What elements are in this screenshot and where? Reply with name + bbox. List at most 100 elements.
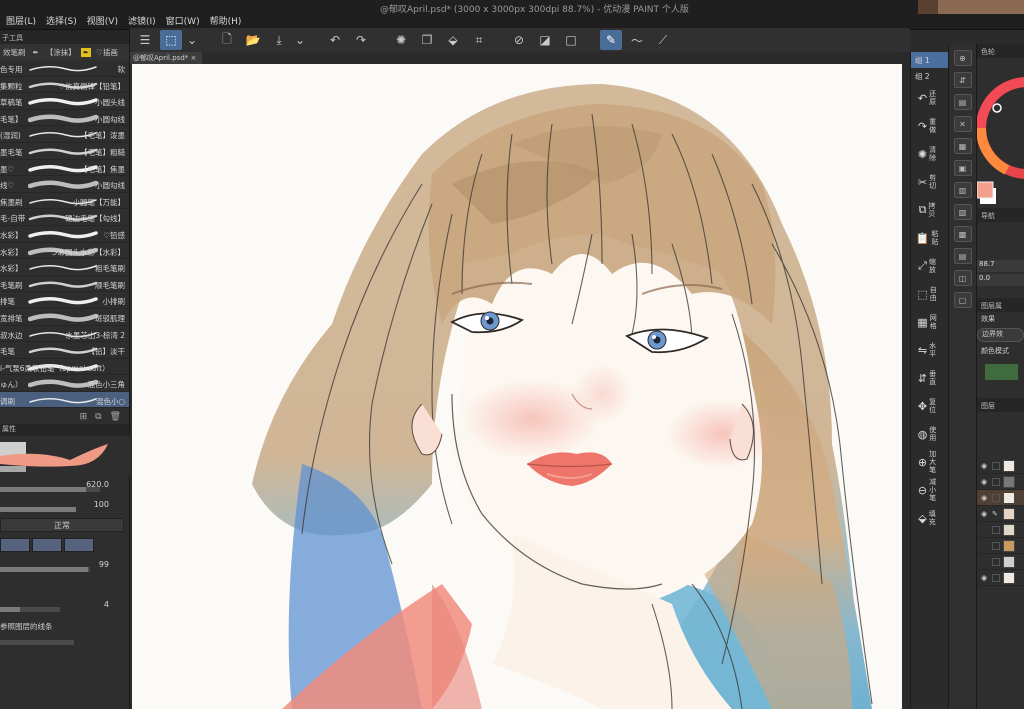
chevron-down-icon[interactable]: ⌄ xyxy=(294,30,306,50)
redo-icon[interactable]: ↷ xyxy=(350,30,372,50)
tool-redo[interactable]: ↷ 重做 xyxy=(911,112,948,140)
brush-item[interactable]: (湿润) 【毛笔】泼墨 xyxy=(0,126,129,143)
blend-mode-row[interactable]: 正常 xyxy=(0,516,129,536)
tool-move[interactable]: ✥ 复位 xyxy=(911,392,948,420)
blend-mode-dropdown[interactable]: 正常 xyxy=(0,518,124,532)
brush-item[interactable]: 毛-自带 硬边毛笔【勾线】 xyxy=(0,209,129,226)
brush-tab-icon[interactable]: ✒ xyxy=(31,48,41,57)
panel-icon-9[interactable]: ▤ xyxy=(953,248,972,264)
brush-item[interactable]: 毛笔 【铅】淡干 xyxy=(0,342,129,359)
brush-item[interactable]: 色专用 软 xyxy=(0,60,129,77)
color-wheel[interactable] xyxy=(977,58,1024,208)
curve-stroke-icon[interactable]: 〜 xyxy=(626,30,648,50)
menu-filter[interactable]: 滤镜(I) xyxy=(128,14,156,27)
brush-item[interactable]: 水彩】 ♡铅感 xyxy=(0,226,129,243)
tool-fill[interactable]: ◍ 使用 xyxy=(911,420,948,448)
layer-copy-icon[interactable]: ❐ xyxy=(416,30,438,50)
menu-layer[interactable]: 图层(L) xyxy=(6,14,36,27)
chevron-down-icon[interactable]: ⌄ xyxy=(186,30,198,50)
tool-flip-v[interactable]: ⇵ 垂直 xyxy=(911,364,948,392)
tab-blend[interactable]: 【涂抹】 xyxy=(44,47,78,58)
close-tab-icon[interactable]: × xyxy=(191,54,197,62)
canvas-scrollbar[interactable] xyxy=(902,52,910,709)
layer-row[interactable] xyxy=(977,522,1024,538)
tool-reduce[interactable]: ⊖ 减小笔 xyxy=(911,476,948,504)
menu-view[interactable]: 视图(V) xyxy=(87,14,118,27)
brush-item[interactable]: 墨♡ 【毛笔】焦墨 xyxy=(0,160,129,177)
crop-icon[interactable]: ⌗ xyxy=(468,30,490,50)
density-row[interactable]: 99 xyxy=(0,556,129,576)
menu-window[interactable]: 窗口(W) xyxy=(166,14,200,27)
layer-row[interactable]: ◉ xyxy=(977,458,1024,474)
open-folder-icon[interactable]: 📂 xyxy=(242,30,264,50)
brush-item[interactable]: 排笔 小排刷 xyxy=(0,292,129,309)
selection-border-icon[interactable]: □ xyxy=(560,30,582,50)
menu-select[interactable]: 选择(S) xyxy=(46,14,77,27)
tool-transform[interactable]: ⤢ 缩放 xyxy=(911,252,948,280)
brush-size-row[interactable]: 620.0 xyxy=(0,476,129,496)
panel-icon-5[interactable]: ▣ xyxy=(953,160,972,176)
layer-row[interactable]: ◉ xyxy=(977,490,1024,506)
zoom-in-icon[interactable]: ⊕ xyxy=(953,50,972,66)
layer-row[interactable] xyxy=(977,538,1024,554)
brush-item[interactable]: 焦墨刷 小圆笔【万能】 xyxy=(0,193,129,210)
layer-row[interactable]: ◉ ✎ xyxy=(977,506,1024,522)
panel-icon-11[interactable]: ▢ xyxy=(953,292,972,308)
border-effect-button[interactable]: 边界效 xyxy=(977,328,1024,342)
brush-tab-active-icon[interactable]: ✒ xyxy=(80,47,92,57)
opacity-row[interactable]: 100 xyxy=(0,496,129,516)
color-mode-button[interactable] xyxy=(985,364,1018,380)
group-item-1[interactable]: 组 1 xyxy=(911,52,948,68)
layer-row[interactable]: ◉ xyxy=(977,474,1024,490)
undo-icon[interactable]: ↶ xyxy=(324,30,346,50)
brush-item[interactable]: 线♡ 小圆勾线 xyxy=(0,176,129,193)
menu-help[interactable]: 帮助(H) xyxy=(210,14,242,27)
tab-illustration[interactable]: ♡插画 xyxy=(94,47,120,58)
tool-paste[interactable]: 📋 粘贴 xyxy=(911,224,948,252)
tool-enlarge[interactable]: ⊕ 加大笔 xyxy=(911,448,948,476)
brush-item[interactable]: 墨毛笔 【毛笔】粗糙 xyxy=(0,143,129,160)
brush-item[interactable]: 毛笔】 小圆勾线 xyxy=(0,110,129,127)
panel-icon-1[interactable]: ⇵ xyxy=(953,72,972,88)
brush-item[interactable]: 小毛笔水彩毛笔质感笔刷 xyxy=(0,408,129,410)
brush-item[interactable]: 叔水边 水墨芯山3-棕湾 2 xyxy=(0,326,129,343)
brush-item[interactable]: ゅん） 混色小三角 xyxy=(0,375,129,392)
pen-stroke-icon[interactable]: ✎ xyxy=(600,30,622,50)
invert-selection-icon[interactable]: ◪ xyxy=(534,30,556,50)
brush-item[interactable]: 水彩】 粗毛笔刷 xyxy=(0,259,129,276)
panel-icon-10[interactable]: ◫ xyxy=(953,270,972,286)
panel-icon-6[interactable]: ▥ xyxy=(953,182,972,198)
brush-item[interactable]: 水彩】 つあ圆头水彩【水彩】 xyxy=(0,243,129,260)
layer-row[interactable] xyxy=(977,554,1024,570)
copy-subtool-icon[interactable]: ⧉ xyxy=(95,412,101,422)
tool-copy[interactable]: ⧉ 拷贝 xyxy=(911,196,948,224)
eye-icon[interactable]: ◉ xyxy=(981,574,989,582)
color-swatches[interactable] xyxy=(0,538,94,552)
document-tab[interactable]: @郁叹April.psd* × xyxy=(130,52,202,64)
tool-mesh[interactable]: ▦ 网格 xyxy=(911,308,948,336)
layer-row[interactable]: ◉ xyxy=(977,570,1024,586)
drawing-canvas[interactable] xyxy=(132,64,902,709)
line-icon[interactable]: ⟋ xyxy=(652,30,674,50)
brush-item[interactable]: 草稿笔 小圆头线 xyxy=(0,93,129,110)
trash-icon[interactable]: 🗑 xyxy=(110,412,121,422)
add-subtool-icon[interactable]: ⊞ xyxy=(80,412,88,422)
rotation-field[interactable]: 0.0 xyxy=(977,274,1024,286)
brush-item[interactable]: 集颗粒 ♡仿真侧锋【铅笔】 xyxy=(0,77,129,94)
eye-icon[interactable]: ◉ xyxy=(981,510,989,518)
menu-icon[interactable]: ☰ xyxy=(134,30,156,50)
tab-effect-brush[interactable]: 效笔刷 xyxy=(1,47,28,58)
panel-icon-3[interactable]: ✕ xyxy=(953,116,972,132)
stabilization-row[interactable]: 4 xyxy=(0,596,129,616)
tool-bucket[interactable]: ⬙ 填充 xyxy=(911,504,948,532)
panel-icon-8[interactable]: ▩ xyxy=(953,226,972,242)
zoom-field[interactable]: 88.7 xyxy=(977,260,1024,272)
eye-icon[interactable]: ◉ xyxy=(981,478,989,486)
tool-flip-h[interactable]: ⇋ 水平 xyxy=(911,336,948,364)
brush-item[interactable]: 毛笔刷 顺毛笔刷 xyxy=(0,276,129,293)
group-item-2[interactable]: 组 2 xyxy=(911,68,948,84)
panel-icon-7[interactable]: ▧ xyxy=(953,204,972,220)
panel-icon-4[interactable]: ▦ xyxy=(953,138,972,154)
reference-slider-row[interactable] xyxy=(0,636,129,656)
panel-icon-2[interactable]: ▤ xyxy=(953,94,972,110)
